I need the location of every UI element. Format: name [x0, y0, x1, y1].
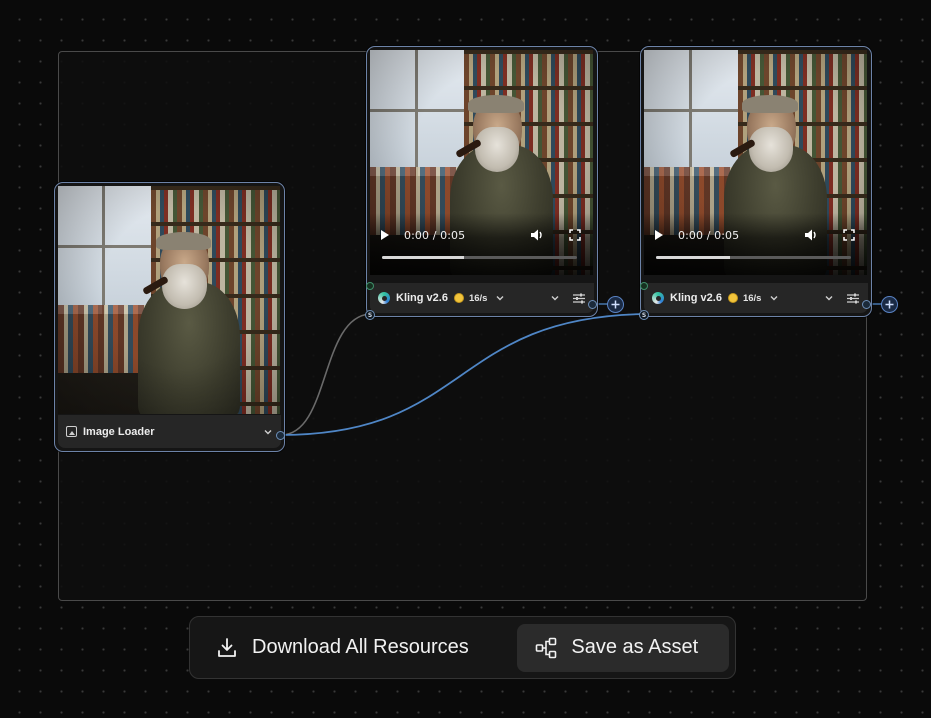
fullscreen-icon[interactable]: [567, 227, 583, 243]
image-icon: [66, 426, 77, 437]
video-node-2[interactable]: 0:00 / 0:05 Kling v2.6 16/s: [640, 46, 872, 317]
volume-icon[interactable]: [529, 227, 545, 243]
kling-logo-icon: [378, 292, 390, 304]
fullscreen-icon[interactable]: [841, 227, 857, 243]
model-name: Kling v2.6: [670, 292, 722, 304]
download-label: Download All Resources: [252, 636, 469, 658]
video-2-output-port[interactable]: [862, 300, 871, 309]
video-1-output-port[interactable]: [588, 300, 597, 309]
video-1-input-port[interactable]: [366, 282, 374, 290]
plus-icon: [611, 300, 620, 309]
loaded-image: [58, 186, 280, 414]
workflow-canvas[interactable]: Image Loader 0:00 / 0:05 Kling v2.6 16/s…: [0, 0, 931, 718]
video-controls: 0:00 / 0:05: [644, 213, 867, 275]
credit-coin-icon: [453, 293, 464, 303]
video-1-source-port[interactable]: S: [365, 310, 375, 320]
video-node-footer[interactable]: Kling v2.6 16/s: [370, 283, 594, 313]
image-loader-footer[interactable]: Image Loader: [58, 415, 281, 448]
video-time: 0:00 / 0:05: [404, 228, 466, 242]
play-icon[interactable]: [654, 228, 666, 242]
save-label: Save as Asset: [571, 636, 699, 658]
workflow-icon: [535, 637, 557, 659]
video-progress-bar[interactable]: [382, 256, 577, 259]
video-controls: 0:00 / 0:05: [370, 213, 593, 275]
video-progress-bar[interactable]: [656, 256, 851, 259]
save-as-asset-button[interactable]: Save as Asset: [517, 623, 729, 672]
model-name: Kling v2.6: [396, 292, 448, 304]
video-player[interactable]: 0:00 / 0:05: [644, 50, 867, 275]
model-chevron-down-icon[interactable]: [495, 293, 505, 303]
video-2-input-port[interactable]: [640, 282, 648, 290]
video-node-footer[interactable]: Kling v2.6 16/s: [644, 283, 868, 313]
download-icon: [216, 637, 238, 659]
price-label: 16/s: [742, 292, 762, 304]
chevron-down-icon[interactable]: [550, 293, 560, 303]
chevron-down-icon[interactable]: [263, 427, 273, 437]
play-icon[interactable]: [380, 228, 392, 242]
chevron-down-icon[interactable]: [824, 293, 834, 303]
video-player[interactable]: 0:00 / 0:05: [370, 50, 593, 275]
node-title: Image Loader: [83, 425, 155, 438]
image-loader-node[interactable]: Image Loader: [54, 182, 285, 452]
image-output-port[interactable]: [276, 431, 285, 440]
video-time: 0:00 / 0:05: [678, 228, 740, 242]
price-label: 16/s: [468, 292, 488, 304]
video-node-1[interactable]: 0:00 / 0:05 Kling v2.6 16/s: [366, 46, 598, 317]
sliders-icon[interactable]: [572, 292, 586, 304]
sliders-icon[interactable]: [846, 292, 860, 304]
model-chevron-down-icon[interactable]: [769, 293, 779, 303]
bottom-toolbar: Download All Resources Save as Asset: [189, 616, 736, 679]
video-2-source-port[interactable]: S: [639, 310, 649, 320]
add-node-button[interactable]: [607, 296, 624, 313]
volume-icon[interactable]: [803, 227, 819, 243]
download-all-button[interactable]: Download All Resources: [196, 624, 515, 672]
credit-coin-icon: [727, 293, 738, 303]
add-node-button[interactable]: [881, 296, 898, 313]
kling-logo-icon: [652, 292, 664, 304]
plus-icon: [885, 300, 894, 309]
